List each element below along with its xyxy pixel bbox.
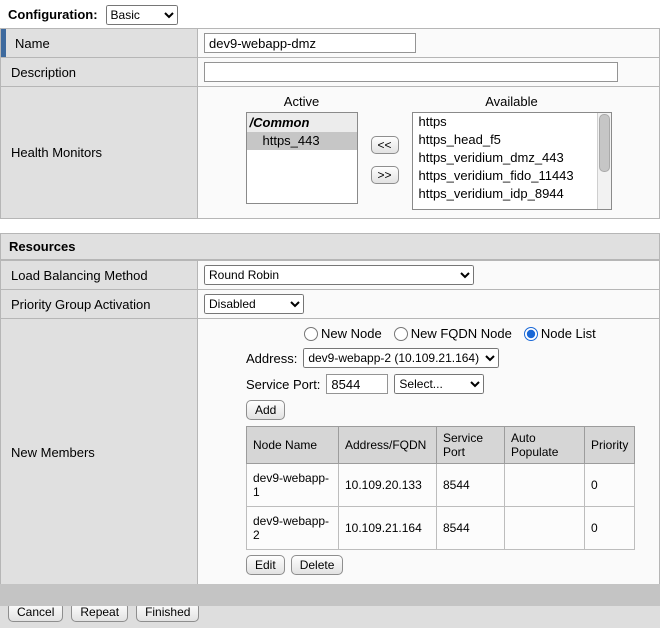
add-button-line: Add	[246, 400, 653, 420]
required-indicator-bar	[1, 29, 6, 57]
available-list-title: Available	[412, 94, 612, 109]
available-monitors-column: Available https https_head_f5 https_veri…	[412, 94, 612, 210]
service-port-select[interactable]: Select...	[394, 374, 484, 394]
active-partition-header: /Common	[247, 113, 357, 132]
new-members-row: New Members New Node New FQDN Node	[1, 319, 660, 586]
priority-group-label-cell: Priority Group Activation	[1, 290, 198, 319]
name-label-cell: Name	[1, 29, 198, 58]
member-service-port: 8544	[437, 507, 505, 550]
load-balancing-select[interactable]: Round Robin	[204, 265, 474, 285]
description-input[interactable]	[204, 62, 618, 82]
active-list-title: Active	[246, 94, 358, 109]
address-select[interactable]: dev9-webapp-2 (10.109.21.164)	[303, 348, 499, 368]
active-monitor-item[interactable]: https_443	[247, 132, 357, 150]
active-monitors-listbox[interactable]: /Common https_443	[246, 112, 358, 204]
general-properties-table: Name Description Health Monitors	[0, 28, 660, 219]
members-table-header-row: Node Name Address/FQDN Service Port Auto…	[247, 427, 635, 464]
node-list-radio-label: Node List	[541, 326, 596, 341]
new-fqdn-node-radio-option[interactable]: New FQDN Node	[394, 326, 512, 341]
edit-delete-line: Edit Delete	[246, 555, 653, 575]
member-auto-populate	[505, 507, 585, 550]
name-row: Name	[1, 29, 660, 58]
available-list-scrollbar[interactable]	[597, 113, 611, 209]
description-label: Description	[9, 65, 76, 80]
new-members-label-cell: New Members	[1, 319, 198, 586]
new-members-value-cell: New Node New FQDN Node Node List Address…	[198, 319, 660, 586]
name-input[interactable]	[204, 33, 416, 53]
priority-group-value-cell: Disabled	[198, 290, 660, 319]
members-header-auto-populate: Auto Populate	[505, 427, 585, 464]
description-value-cell	[198, 58, 660, 87]
priority-group-row: Priority Group Activation Disabled	[1, 290, 660, 319]
new-fqdn-node-radio[interactable]	[394, 327, 408, 341]
resources-section-title: Resources	[9, 239, 75, 254]
scrollbar-thumb[interactable]	[599, 114, 610, 172]
member-node-name: dev9-webapp-2	[247, 507, 339, 550]
configuration-label: Configuration:	[8, 7, 98, 22]
add-button[interactable]: Add	[246, 400, 285, 420]
edit-button[interactable]: Edit	[246, 555, 285, 575]
delete-button[interactable]: Delete	[291, 555, 344, 575]
name-value-cell	[198, 29, 660, 58]
node-mode-radio-group: New Node New FQDN Node Node List	[304, 326, 653, 341]
load-balancing-label: Load Balancing Method	[9, 268, 148, 283]
name-label: Name	[9, 36, 50, 51]
member-service-port: 8544	[437, 464, 505, 507]
pool-configuration-page: Configuration: Basic Name Description	[0, 0, 660, 628]
members-header-service-port: Service Port	[437, 427, 505, 464]
members-header-node-name: Node Name	[247, 427, 339, 464]
service-port-label: Service Port:	[246, 377, 320, 392]
members-header-address: Address/FQDN	[339, 427, 437, 464]
member-row[interactable]: dev9-webapp-1 10.109.20.133 8544 0	[247, 464, 635, 507]
load-balancing-label-cell: Load Balancing Method	[1, 261, 198, 290]
move-to-available-button[interactable]: >>	[371, 166, 399, 184]
new-node-radio-option[interactable]: New Node	[304, 326, 382, 341]
priority-group-label: Priority Group Activation	[9, 297, 150, 312]
new-fqdn-node-radio-label: New FQDN Node	[411, 326, 512, 341]
new-node-radio-label: New Node	[321, 326, 382, 341]
configuration-bar: Configuration: Basic	[0, 0, 660, 28]
members-header-priority: Priority	[585, 427, 635, 464]
member-address: 10.109.20.133	[339, 464, 437, 507]
health-monitors-label: Health Monitors	[9, 145, 102, 160]
available-monitor-item[interactable]: https	[413, 113, 611, 131]
address-label: Address:	[246, 351, 297, 366]
member-priority: 0	[585, 464, 635, 507]
member-address: 10.109.21.164	[339, 507, 437, 550]
service-port-input[interactable]	[326, 374, 388, 394]
available-monitor-item[interactable]: https_veridium_fido_11443	[413, 167, 611, 185]
available-monitor-item[interactable]: https_head_f5	[413, 131, 611, 149]
new-members-label: New Members	[9, 445, 95, 460]
member-node-name: dev9-webapp-1	[247, 464, 339, 507]
member-auto-populate	[505, 464, 585, 507]
members-table: Node Name Address/FQDN Service Port Auto…	[246, 426, 635, 550]
new-node-radio[interactable]	[304, 327, 318, 341]
monitor-move-buttons: << >>	[371, 136, 399, 184]
member-row[interactable]: dev9-webapp-2 10.109.21.164 8544 0	[247, 507, 635, 550]
bottom-window-strip	[0, 584, 660, 606]
member-priority: 0	[585, 507, 635, 550]
address-line: Address: dev9-webapp-2 (10.109.21.164)	[246, 348, 653, 368]
service-port-line: Service Port: Select...	[246, 374, 653, 394]
resources-table: Load Balancing Method Round Robin Priori…	[0, 260, 660, 586]
node-list-radio[interactable]	[524, 327, 538, 341]
load-balancing-row: Load Balancing Method Round Robin	[1, 261, 660, 290]
resources-section-header: Resources	[0, 233, 660, 260]
description-row: Description	[1, 58, 660, 87]
health-monitors-row: Health Monitors Active /Common https_443…	[1, 87, 660, 219]
available-monitor-item[interactable]: https_veridium_dmz_443	[413, 149, 611, 167]
description-label-cell: Description	[1, 58, 198, 87]
active-monitors-column: Active /Common https_443	[246, 94, 358, 204]
available-monitors-listbox[interactable]: https https_head_f5 https_veridium_dmz_4…	[412, 112, 612, 210]
health-monitors-label-cell: Health Monitors	[1, 87, 198, 219]
configuration-select[interactable]: Basic	[106, 5, 178, 25]
load-balancing-value-cell: Round Robin	[198, 261, 660, 290]
node-list-radio-option[interactable]: Node List	[524, 326, 596, 341]
move-to-active-button[interactable]: <<	[371, 136, 399, 154]
priority-group-select[interactable]: Disabled	[204, 294, 304, 314]
available-monitor-item[interactable]: https_veridium_idp_8944	[413, 185, 611, 203]
health-monitors-value-cell: Active /Common https_443 << >> Available	[198, 87, 660, 219]
